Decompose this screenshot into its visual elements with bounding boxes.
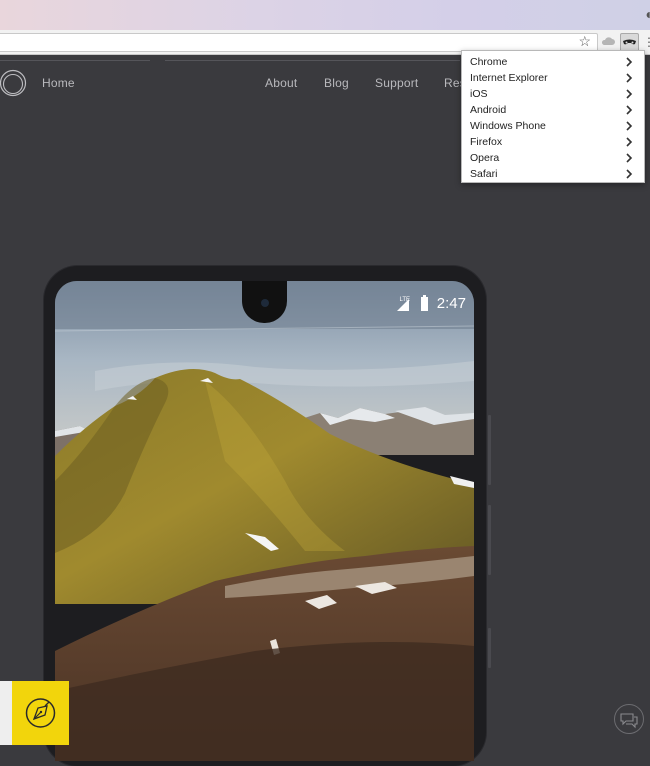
phone-side-button-2 xyxy=(488,505,491,575)
network-type-label: LTE xyxy=(399,297,410,303)
menu-item-label: Opera xyxy=(470,152,500,164)
menu-item-safari[interactable]: Safari xyxy=(462,166,644,182)
chat-icon[interactable] xyxy=(613,703,645,735)
menu-item-internet-explorer[interactable]: Internet Explorer xyxy=(462,70,644,86)
menu-item-firefox[interactable]: Firefox xyxy=(462,134,644,150)
phone-screen: LTE 2:47 xyxy=(55,281,474,761)
menu-item-label: Firefox xyxy=(470,136,503,148)
menu-item-label: Safari xyxy=(470,168,498,180)
profile-icon[interactable]: ◐ xyxy=(646,6,650,22)
nav-divider-left xyxy=(0,60,150,61)
status-time: 2:47 xyxy=(436,295,466,312)
pen-nib-icon xyxy=(25,698,56,728)
mountain-wallpaper-image xyxy=(55,281,474,761)
phone-side-button-1 xyxy=(488,415,491,485)
nav-about-link[interactable]: About xyxy=(265,76,297,90)
chevron-right-icon xyxy=(626,57,633,67)
menu-item-windows-phone[interactable]: Windows Phone xyxy=(462,118,644,134)
menu-item-android[interactable]: Android xyxy=(462,102,644,118)
bookmark-star-icon[interactable]: ☆ xyxy=(578,33,591,50)
chevron-right-icon xyxy=(626,121,633,131)
left-edge-panel xyxy=(0,681,12,745)
site-logo-icon[interactable] xyxy=(0,69,27,97)
menu-item-ios[interactable]: iOS xyxy=(462,86,644,102)
chevron-right-icon xyxy=(626,153,633,163)
chevron-right-icon xyxy=(626,89,633,99)
battery-icon xyxy=(421,297,428,311)
chevron-right-icon xyxy=(626,105,633,115)
chevron-right-icon xyxy=(626,137,633,147)
pen-tool-button[interactable] xyxy=(12,681,69,745)
chevron-right-icon xyxy=(626,169,633,179)
phone-side-button-3 xyxy=(488,628,491,668)
menu-item-chrome[interactable]: Chrome xyxy=(462,54,644,70)
menu-item-label: Android xyxy=(470,104,507,116)
nav-blog-link[interactable]: Blog xyxy=(324,76,349,90)
cloud-extension-icon[interactable] xyxy=(601,34,615,48)
user-agent-dropdown-menu: Chrome Internet Explorer iOS Android Win… xyxy=(461,50,645,183)
menu-item-label: iOS xyxy=(470,88,488,100)
menu-item-label: Chrome xyxy=(470,56,508,68)
browser-titlebar: ◐ xyxy=(0,0,650,30)
nav-support-link[interactable]: Support xyxy=(375,76,418,90)
menu-item-label: Windows Phone xyxy=(470,120,546,132)
nav-home-link[interactable]: Home xyxy=(42,76,75,90)
mask-icon xyxy=(623,39,636,45)
nav-divider-right xyxy=(165,60,460,61)
browser-menu-icon[interactable]: ⋮ xyxy=(643,35,650,49)
menu-item-opera[interactable]: Opera xyxy=(462,150,644,166)
menu-item-label: Internet Explorer xyxy=(470,72,548,84)
chevron-right-icon xyxy=(626,73,633,83)
